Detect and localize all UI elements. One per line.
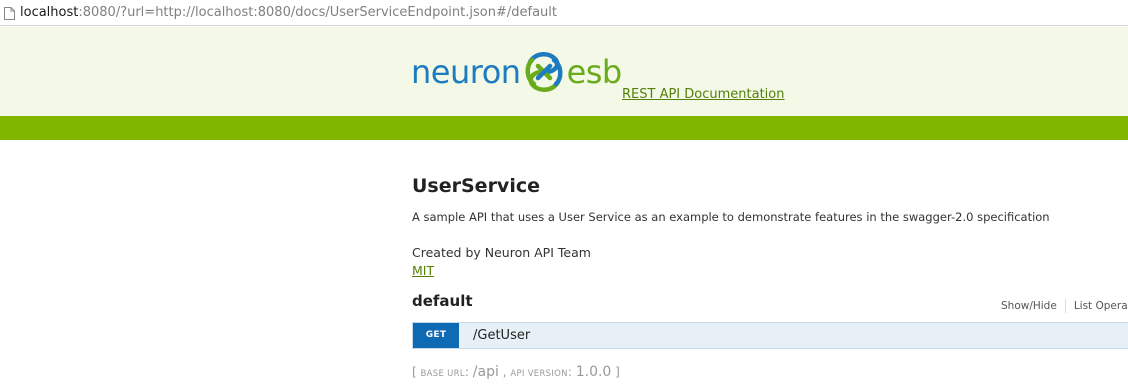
base-url-value: /api [472,364,499,380]
operation-get-user[interactable]: GET /GetUser [412,322,1128,349]
browser-page: localhost:8080/?url=http://localhost:808… [0,0,1128,385]
api-contact: Created by Neuron API Team [412,245,591,260]
api-title: UserService [412,175,540,197]
http-method-badge[interactable]: GET [413,323,459,348]
list-operations-link[interactable]: List Opera [1074,300,1128,312]
api-version-colon: : [567,365,572,379]
url-text[interactable]: localhost:8080/?url=http://localhost:808… [20,4,557,22]
api-version-label: API VERSION [510,369,568,379]
control-divider [1064,299,1066,313]
comma: , [502,365,507,379]
base-url-info: [ BASE URL: /api , API VERSION: 1.0.0 ] [412,364,620,380]
resource-name[interactable]: default [412,292,473,310]
header-banner: neuron esb REST API Documentation [0,27,1128,116]
address-bar[interactable]: localhost:8080/?url=http://localhost:808… [0,0,1128,26]
green-divider-bar [0,116,1128,140]
api-version-value: 1.0.0 [575,364,612,380]
logo-knot-icon [525,52,563,92]
neuron-esb-logo: neuron esb [411,47,622,97]
rest-api-documentation-link[interactable]: REST API Documentation [622,87,785,102]
open-bracket: [ [412,365,417,379]
page-icon [4,7,15,20]
close-bracket: ] [615,365,620,379]
resource-controls: Show/Hide List Opera [1001,299,1128,313]
api-description: A sample API that uses a User Service as… [412,210,1050,224]
url-path: :8080/?url=http://localhost:8080/docs/Us… [78,5,557,20]
url-host: localhost [20,5,79,20]
base-url-colon: : [464,365,469,379]
operation-path[interactable]: /GetUser [473,323,530,348]
base-url-label: BASE URL [420,369,465,379]
logo-text-neuron: neuron [411,53,521,91]
show-hide-link[interactable]: Show/Hide [1001,300,1057,312]
logo-text-esb: esb [566,53,623,91]
license-link[interactable]: MIT [412,263,434,278]
